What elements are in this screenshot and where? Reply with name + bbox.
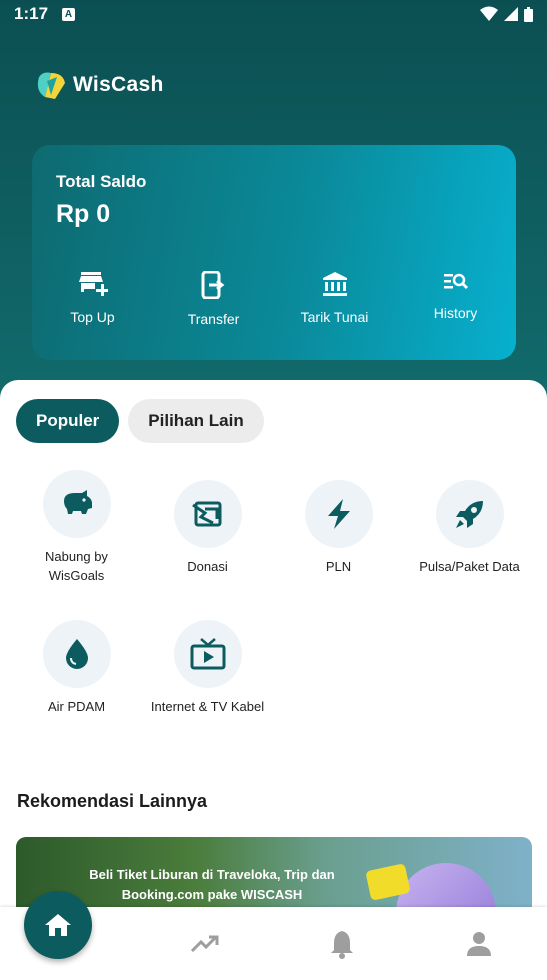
nav-trending[interactable] (137, 907, 274, 980)
service-pln[interactable]: PLN (273, 480, 404, 576)
service-label: Nabung by WisGoals (45, 549, 108, 583)
top-up-button[interactable]: Top Up (32, 271, 153, 327)
balance-actions: Top Up Transfer Tarik Tunai History (32, 271, 516, 327)
home-icon (45, 914, 71, 936)
battery-icon (524, 6, 533, 22)
banner-text: Beli Tiket Liburan di Traveloka, Trip da… (89, 867, 335, 902)
service-label: PLN (325, 559, 352, 574)
bell-icon (330, 930, 353, 959)
service-air-pdam[interactable]: Air PDAM (11, 620, 142, 716)
promo-banner[interactable]: Beli Tiket Liburan di Traveloka, Trip da… (16, 837, 532, 917)
transfer-button[interactable]: Transfer (153, 271, 274, 327)
balance-card: Total Saldo Rp 0 Top Up Transfer Tarik T… (32, 145, 516, 360)
status-time: 1:17 (14, 4, 49, 23)
donation-icon (191, 501, 221, 527)
service-label: Air PDAM (47, 699, 106, 714)
tv-icon (190, 638, 225, 670)
transfer-icon (201, 271, 224, 299)
service-icon-circle (42, 470, 111, 538)
status-icons (480, 6, 533, 22)
history-search-icon (443, 273, 468, 289)
bank-icon (322, 272, 347, 296)
nav-notifications[interactable] (274, 907, 411, 980)
service-nabung[interactable]: Nabung by WisGoals (11, 470, 142, 585)
balance-label: Total Saldo (56, 172, 147, 191)
signal-icon (504, 7, 518, 21)
status-bar: 1:17 A (0, 0, 547, 28)
service-icon-circle (173, 620, 242, 688)
wifi-icon (480, 6, 498, 21)
service-internet-tv[interactable]: Internet & TV Kabel (142, 620, 273, 716)
piggy-bank-icon (63, 490, 92, 514)
main-content: Populer Pilihan Lain Nabung by WisGoals … (0, 380, 547, 980)
water-drop-icon (65, 639, 88, 669)
rocket-icon (455, 501, 483, 528)
tab-populer[interactable]: Populer (16, 399, 120, 443)
home-button[interactable] (24, 891, 92, 959)
service-donasi[interactable]: Donasi (142, 480, 273, 576)
app-logo: WisCash (33, 67, 164, 103)
store-plus-icon (78, 272, 108, 296)
person-icon (466, 931, 491, 956)
nav-profile[interactable] (410, 907, 547, 980)
notification-badge: A (62, 7, 76, 21)
balance-value: Rp 0 (56, 200, 111, 228)
top-up-label: Top Up (70, 309, 115, 325)
transfer-label: Transfer (187, 311, 240, 327)
service-icon-circle (304, 480, 373, 548)
tarik-tunai-label: Tarik Tunai (300, 309, 369, 325)
app-name: WisCash (73, 73, 164, 96)
service-icon-circle (435, 480, 504, 548)
trending-up-icon (191, 935, 219, 952)
history-label: History (433, 305, 478, 321)
service-label: Pulsa/Paket Data (419, 559, 520, 574)
history-button[interactable]: History (395, 271, 516, 327)
recommendations-title: Rekomendasi Lainnya (17, 791, 208, 811)
service-pulsa[interactable]: Pulsa/Paket Data (404, 480, 535, 576)
service-icon-circle (42, 620, 111, 688)
service-label: Donasi (187, 559, 228, 574)
wiscash-logo-icon (37, 72, 65, 99)
service-icon-circle (173, 480, 242, 548)
category-tabs: Populer Pilihan Lain (16, 399, 264, 443)
tarik-tunai-button[interactable]: Tarik Tunai (274, 271, 395, 327)
service-label: Internet & TV Kabel (150, 699, 265, 714)
lightning-icon (327, 499, 350, 529)
tab-pilihan-lain[interactable]: Pilihan Lain (128, 399, 264, 443)
